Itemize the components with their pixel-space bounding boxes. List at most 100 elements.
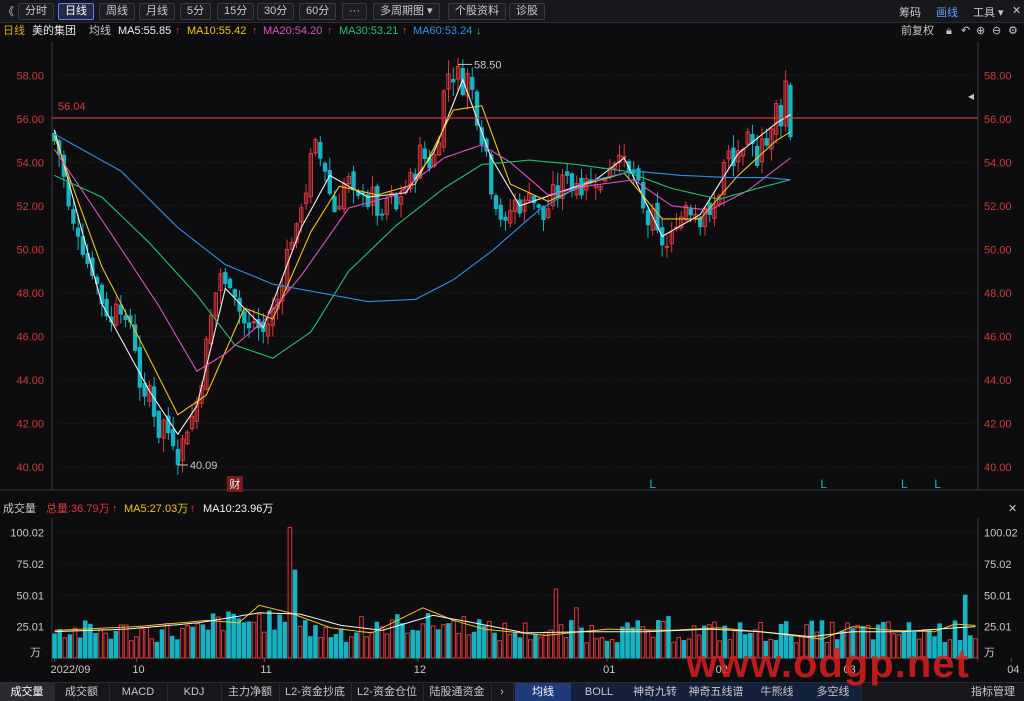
candle-body <box>451 78 456 83</box>
ma5-line <box>53 78 791 436</box>
price-tick-left: 58.00 <box>16 70 44 82</box>
kline-chart[interactable]: 58.00 58.00 56.00 56.00 54.00 54.00 52.00 52.00… <box>0 0 1024 700</box>
candle-body <box>156 410 162 438</box>
volume-tick-left: 75.02 <box>16 559 44 571</box>
volume-bar <box>430 625 436 659</box>
candle-body <box>227 278 233 289</box>
volume-bar <box>548 629 554 659</box>
volume-bar <box>62 637 68 659</box>
volume-bar <box>599 637 605 659</box>
tab-l2-bottom[interactable]: L2-资金抄底 <box>279 683 352 701</box>
price-tick-left: 42.00 <box>16 418 44 430</box>
ma-lines <box>53 78 791 436</box>
volume-bar <box>507 633 513 659</box>
tab-kdj[interactable]: KDJ <box>167 683 222 701</box>
volume-bar <box>215 616 221 659</box>
tab-ma[interactable]: 均线 <box>515 683 572 701</box>
watermark-text: www.odgp.net <box>686 642 970 686</box>
volume-bar <box>313 625 318 659</box>
tab-magic-nine[interactable]: 神奇九转 <box>627 683 684 701</box>
volume-bar <box>435 629 441 659</box>
price-tick-left: 48.00 <box>16 288 44 300</box>
tab-indicator-manage[interactable]: 指标管理 <box>962 683 1024 701</box>
tab-l2-position[interactable]: L2-资金仓位 <box>351 683 424 701</box>
volume-bar <box>497 640 502 659</box>
candle-body <box>778 105 784 127</box>
volume-bar <box>563 637 569 659</box>
volume-bar <box>52 633 57 659</box>
volume-tick-left: 25.01 <box>16 622 44 634</box>
l-marker: L <box>649 477 656 491</box>
candle-body <box>170 429 176 447</box>
up-arrow-icon: ↑ <box>112 503 118 515</box>
volume-bar <box>251 621 257 659</box>
price-tick-right: 52.00 <box>984 201 1012 213</box>
volume-bar <box>441 624 446 659</box>
fin-badge: 财 <box>229 477 240 491</box>
volume-bar <box>476 619 482 659</box>
price-tick-left: 50.00 <box>16 244 44 256</box>
volume-unit-right: 万 <box>984 647 995 659</box>
tab-turnover[interactable]: 成交额 <box>54 683 110 701</box>
volume-bar <box>973 638 978 659</box>
candle-body <box>498 204 503 220</box>
volume-bar <box>72 627 78 659</box>
volume-bar <box>149 638 155 659</box>
candle-body <box>536 204 541 208</box>
volume-bar <box>98 629 103 659</box>
volume-bar <box>630 627 635 659</box>
volume-bar <box>645 630 651 659</box>
volume-bar <box>420 623 426 659</box>
chevron-right-icon[interactable]: › <box>491 683 514 701</box>
volume-bar <box>522 622 528 659</box>
candle-body <box>394 193 399 210</box>
candle-body <box>636 168 641 181</box>
volume-bar <box>302 620 308 659</box>
volume-bar <box>93 632 98 659</box>
tab-volume[interactable]: 成交量 <box>0 683 55 701</box>
tab-main-net[interactable]: 主力净额 <box>221 683 280 701</box>
volume-bar <box>108 638 114 659</box>
volume-ma5: MA5:27.03万 <box>124 503 189 515</box>
tab-macd[interactable]: MACD <box>109 683 168 701</box>
volume-bar <box>533 634 538 659</box>
tab-boll[interactable]: BOLL <box>571 683 628 701</box>
candle-body <box>470 76 475 90</box>
close-icon[interactable]: ✕ <box>1008 500 1017 518</box>
price-tick-left: 54.00 <box>16 157 44 169</box>
x-tick-label: 11 <box>260 664 271 676</box>
volume-bar <box>676 636 682 659</box>
volume-bar <box>246 621 252 659</box>
volume-bar <box>609 638 615 659</box>
candle-body <box>232 289 237 298</box>
volume-bar <box>67 634 73 659</box>
volume-bar <box>415 630 421 659</box>
volume-tick-right: 75.02 <box>984 559 1012 571</box>
volume-bar <box>456 632 462 659</box>
price-axis: 58.00 58.00 56.00 56.00 54.00 54.00 52.00 52.00… <box>16 70 1011 474</box>
candle-body <box>71 209 76 224</box>
volume-bar <box>517 637 523 659</box>
volume-bar <box>655 620 661 659</box>
candle-body <box>251 321 256 324</box>
grid-lines <box>51 42 979 662</box>
volume-bar <box>354 632 359 659</box>
volume-bar <box>482 625 487 659</box>
volume-bar <box>671 641 676 659</box>
volume-bar <box>185 625 190 659</box>
volume-bar <box>231 613 236 659</box>
volume-bar <box>348 636 354 659</box>
volume-bar <box>282 621 288 659</box>
volume-bar <box>405 632 410 659</box>
volume-bar <box>343 641 349 659</box>
l-marker: L <box>901 477 908 491</box>
volume-bar <box>190 626 195 659</box>
volume-bar <box>297 625 303 659</box>
volume-bar <box>323 627 328 659</box>
volume-bar <box>379 626 385 659</box>
volume-title: 成交量 <box>3 503 36 515</box>
tab-northbound[interactable]: 陆股通资金 <box>423 683 492 701</box>
volume-bar <box>594 638 600 659</box>
price-tick-left: 40.00 <box>16 462 44 474</box>
volume-bar <box>512 632 518 659</box>
